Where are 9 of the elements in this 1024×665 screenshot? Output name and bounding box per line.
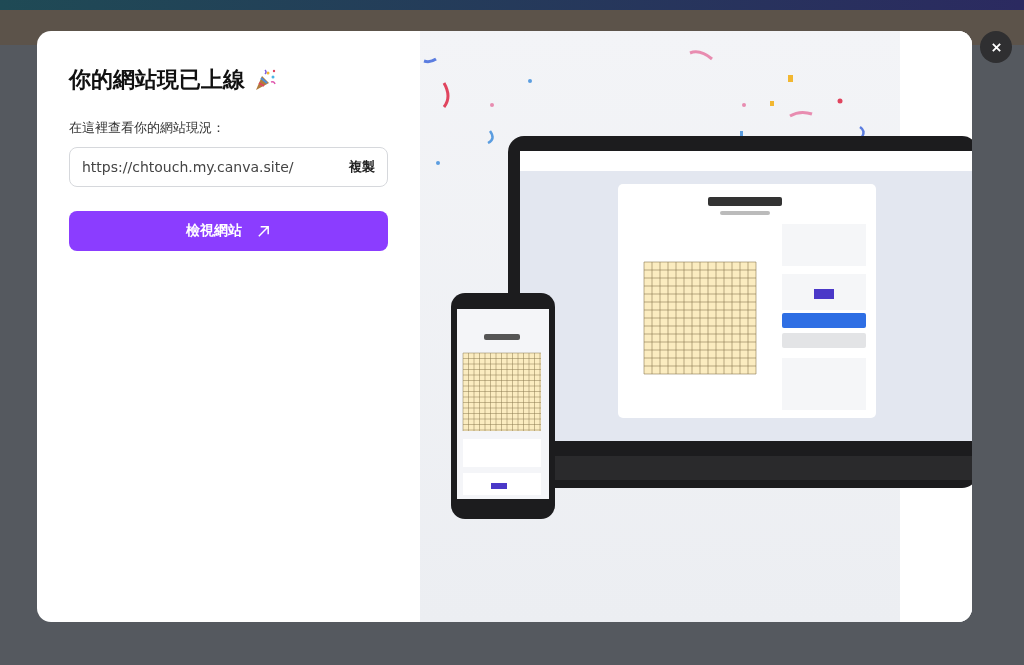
view-site-button[interactable]: 檢視網站 xyxy=(69,211,388,251)
dialog-title: 你的網站現已上線 xyxy=(69,66,245,94)
url-field[interactable]: https://chtouch.my.canva.site/ 複製 xyxy=(69,147,388,187)
close-button[interactable] xyxy=(980,31,1012,63)
copy-button[interactable]: 複製 xyxy=(349,158,375,176)
party-popper-icon xyxy=(253,68,277,92)
close-icon xyxy=(990,41,1002,53)
prompt-text: 在這裡查看你的網站現況： xyxy=(69,119,226,137)
arrow-up-right-icon xyxy=(256,223,271,239)
